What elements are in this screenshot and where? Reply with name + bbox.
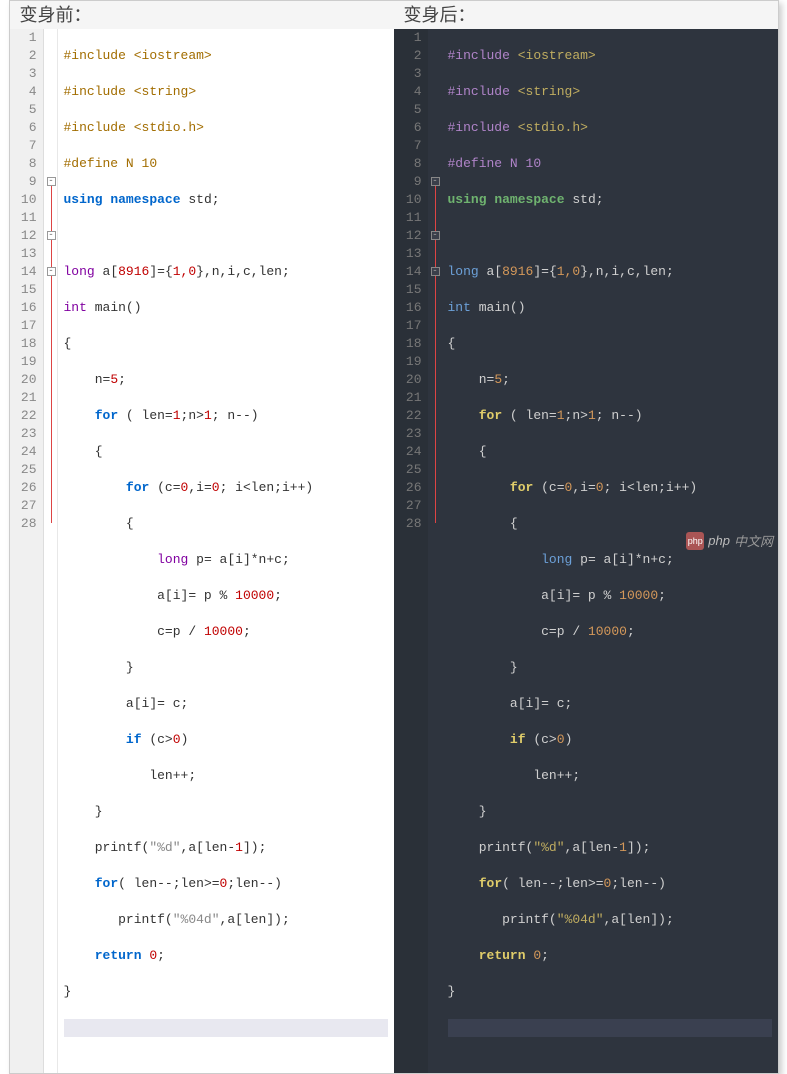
- line-number: 5: [400, 101, 422, 119]
- line-number: 2: [400, 47, 422, 65]
- fold-toggle-icon[interactable]: -: [47, 231, 56, 240]
- line-number: 14: [400, 263, 422, 281]
- line-number: 3: [400, 65, 422, 83]
- header-before: 变身前：: [10, 1, 394, 29]
- line-number: 16: [400, 299, 422, 317]
- line-number: 11: [16, 209, 37, 227]
- line-number: 14: [16, 263, 37, 281]
- line-number: 18: [16, 335, 37, 353]
- line-number: 7: [16, 137, 37, 155]
- line-number: 17: [16, 317, 37, 335]
- line-number: 24: [16, 443, 37, 461]
- line-number: 27: [400, 497, 422, 515]
- line-number: 2: [16, 47, 37, 65]
- line-number: 10: [400, 191, 422, 209]
- line-number: 19: [16, 353, 37, 371]
- line-number: 18: [400, 335, 422, 353]
- line-number: 22: [400, 407, 422, 425]
- fold-toggle-icon[interactable]: -: [431, 177, 440, 186]
- line-number: 7: [400, 137, 422, 155]
- line-number: 24: [400, 443, 422, 461]
- line-number: 4: [400, 83, 422, 101]
- fold-gutter-left: - - -: [44, 29, 58, 1073]
- line-number: 26: [16, 479, 37, 497]
- comparison-container: 变身前： 1 2 3 4 5 6 7 8 9 10 11 12 13 14 15…: [9, 0, 779, 1074]
- watermark: php php 中文网: [686, 531, 773, 550]
- php-logo-icon: php: [686, 532, 704, 550]
- gutter-right: 1 2 3 4 5 6 7 8 9 10 11 12 13 14 15 16 1…: [394, 29, 428, 1073]
- fold-toggle-icon[interactable]: -: [47, 267, 56, 276]
- line-number: 20: [16, 371, 37, 389]
- editor-after: 1 2 3 4 5 6 7 8 9 10 11 12 13 14 15 16 1…: [394, 29, 778, 1073]
- line-number: 1: [400, 29, 422, 47]
- line-number: 22: [16, 407, 37, 425]
- line-number: 23: [16, 425, 37, 443]
- line-number: 6: [16, 119, 37, 137]
- line-number: 1: [16, 29, 37, 47]
- line-number: 8: [400, 155, 422, 173]
- fold-toggle-icon[interactable]: -: [431, 231, 440, 240]
- line-number: 4: [16, 83, 37, 101]
- line-number: 9: [400, 173, 422, 191]
- line-number: 21: [16, 389, 37, 407]
- header-after: 变身后：: [394, 1, 778, 29]
- watermark-text: php: [708, 533, 730, 548]
- line-number: 9: [16, 173, 37, 191]
- line-number: 17: [400, 317, 422, 335]
- line-number: 28: [400, 515, 422, 533]
- line-number: 3: [16, 65, 37, 83]
- line-number: 16: [16, 299, 37, 317]
- line-number: 13: [16, 245, 37, 263]
- line-number: 15: [400, 281, 422, 299]
- line-number: 6: [400, 119, 422, 137]
- code-right[interactable]: #include <iostream> #include <string> #i…: [442, 29, 778, 1073]
- line-number: 25: [400, 461, 422, 479]
- panel-before: 变身前： 1 2 3 4 5 6 7 8 9 10 11 12 13 14 15…: [10, 1, 394, 1073]
- line-number: 10: [16, 191, 37, 209]
- code-left[interactable]: #include <iostream> #include <string> #i…: [58, 29, 394, 1073]
- fold-toggle-icon[interactable]: -: [431, 267, 440, 276]
- line-number: 8: [16, 155, 37, 173]
- line-number: 25: [16, 461, 37, 479]
- line-number: 27: [16, 497, 37, 515]
- line-number: 11: [400, 209, 422, 227]
- watermark-text: 中文网: [734, 531, 773, 550]
- line-number: 19: [400, 353, 422, 371]
- line-number: 12: [400, 227, 422, 245]
- fold-toggle-icon[interactable]: -: [47, 177, 56, 186]
- line-number: 13: [400, 245, 422, 263]
- line-number: 5: [16, 101, 37, 119]
- fold-gutter-right: - - -: [428, 29, 442, 1073]
- gutter-left: 1 2 3 4 5 6 7 8 9 10 11 12 13 14 15 16 1…: [10, 29, 44, 1073]
- line-number: 20: [400, 371, 422, 389]
- line-number: 15: [16, 281, 37, 299]
- line-number: 26: [400, 479, 422, 497]
- line-number: 23: [400, 425, 422, 443]
- line-number: 21: [400, 389, 422, 407]
- line-number: 12: [16, 227, 37, 245]
- editor-before: 1 2 3 4 5 6 7 8 9 10 11 12 13 14 15 16 1…: [10, 29, 394, 1073]
- line-number: 28: [16, 515, 37, 533]
